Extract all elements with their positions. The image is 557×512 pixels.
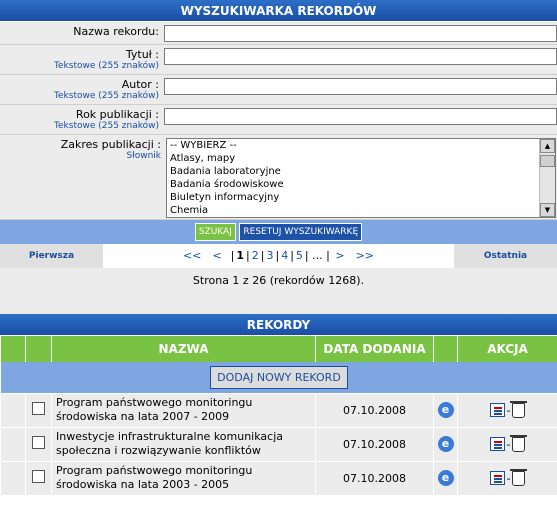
add-record-button[interactable]: DODAJ NOWY REKORD: [210, 365, 348, 389]
search-panel-title: WYSZUKIWARKA REKORDÓW: [0, 0, 557, 22]
year-label: Rok publikacji :: [75, 108, 159, 121]
column-name-header[interactable]: NAZWA: [51, 336, 316, 362]
browser-preview-icon[interactable]: e: [437, 436, 454, 452]
scope-option[interactable]: Chemia: [167, 204, 555, 217]
page-link[interactable]: 4: [279, 249, 290, 262]
title-label: Tytuł :: [125, 48, 159, 61]
table-row: Program państwowego monitoringu środowis…: [0, 461, 557, 496]
first-arrow-link[interactable]: <<: [181, 249, 203, 262]
scope-option[interactable]: Atlasy, mapy: [167, 152, 555, 165]
trash-icon[interactable]: [510, 468, 528, 486]
last-page-link[interactable]: Ostatnia: [454, 244, 557, 268]
search-button[interactable]: SZUKAJ: [194, 223, 236, 241]
records-panel-title: REKORDY: [0, 314, 557, 336]
last-arrow-link[interactable]: >>: [354, 249, 376, 262]
field-row-title: Tytuł : Tekstowe (255 znaków): [0, 45, 557, 75]
page-links: << < | 1 | 2 | 3 | 4 | 5 | ... | > >>: [103, 244, 454, 268]
page-status: Strona 1 z 26 (rekordów 1268).: [0, 268, 557, 294]
page-link[interactable]: 5: [294, 249, 305, 262]
scope-label: Zakres publikacji :: [60, 138, 161, 151]
prev-arrow-link[interactable]: <: [210, 249, 223, 262]
edit-icon[interactable]: [489, 403, 505, 417]
page-link[interactable]: 3: [264, 249, 275, 262]
first-page-link[interactable]: Pierwsza: [0, 244, 103, 268]
add-record-row: DODAJ NOWY REKORD: [0, 362, 557, 394]
browser-preview-icon[interactable]: e: [437, 470, 454, 486]
record-name-label: Nazwa rekordu:: [73, 25, 159, 38]
author-hint: Tekstowe (255 znaków): [54, 91, 159, 101]
listbox-scrollbar[interactable]: ▲ ▼: [539, 139, 555, 217]
trash-icon[interactable]: [510, 400, 528, 418]
scope-option[interactable]: -- WYBIERZ --: [167, 139, 555, 152]
records-table: NAZWA DATA DODANIA AKCJA DODAJ NOWY REKO…: [0, 336, 557, 496]
field-row-publication-scope: Zakres publikacji : Słownik -- WYBIERZ -…: [0, 135, 557, 220]
column-action-header: AKCJA: [457, 336, 557, 362]
column-date-header[interactable]: DATA DODANIA: [315, 336, 434, 362]
record-name[interactable]: Program państwowego monitoringu środowis…: [51, 393, 316, 428]
year-hint: Tekstowe (255 znaków): [54, 121, 159, 131]
page-link-current: 1: [236, 249, 245, 262]
year-input[interactable]: [164, 108, 557, 125]
scroll-down-arrow-icon[interactable]: ▼: [540, 203, 555, 217]
publication-scope-listbox[interactable]: -- WYBIERZ -- Atlasy, mapy Badania labor…: [166, 138, 556, 218]
edit-icon[interactable]: [489, 437, 505, 451]
scope-hint: Słownik: [126, 151, 161, 161]
row-checkbox[interactable]: [32, 436, 45, 449]
reset-search-button[interactable]: RESETUJ WYSZUKIWARKĘ: [239, 223, 363, 241]
pagination: Pierwsza << < | 1 | 2 | 3 | 4 | 5 | ... | > >> Ost…: [0, 244, 557, 268]
scope-option[interactable]: Badania środowiskowe: [167, 178, 555, 191]
browser-preview-icon[interactable]: e: [437, 402, 454, 418]
record-date: 07.10.2008: [315, 427, 434, 462]
page-link[interactable]: 2: [250, 249, 261, 262]
title-hint: Tekstowe (255 znaków): [54, 61, 159, 71]
table-row: Inwestycje infrastrukturalne komunikacja…: [0, 427, 557, 462]
record-name-input[interactable]: [164, 25, 557, 42]
trash-icon[interactable]: [510, 434, 528, 452]
spacer: [0, 294, 557, 314]
scroll-up-arrow-icon[interactable]: ▲: [540, 139, 555, 153]
record-name[interactable]: Inwestycje infrastrukturalne komunikacja…: [51, 427, 316, 462]
title-input[interactable]: [164, 48, 557, 65]
record-date: 07.10.2008: [315, 461, 434, 496]
table-row: Program państwowego monitoringu środowis…: [0, 393, 557, 428]
field-row-record-name: Nazwa rekordu:: [0, 22, 557, 45]
field-row-year: Rok publikacji : Tekstowe (255 znaków): [0, 105, 557, 135]
record-date: 07.10.2008: [315, 393, 434, 428]
scope-option[interactable]: Biuletyn informacyjny: [167, 191, 555, 204]
search-actions: SZUKAJ RESETUJ WYSZUKIWARKĘ: [0, 220, 557, 244]
row-checkbox[interactable]: [32, 470, 45, 483]
records-header-row: NAZWA DATA DODANIA AKCJA: [0, 336, 557, 362]
scrollbar-thumb[interactable]: [540, 155, 555, 167]
page-ellipsis: ...: [312, 249, 323, 262]
next-arrow-link[interactable]: >: [333, 249, 346, 262]
row-checkbox[interactable]: [32, 402, 45, 415]
author-label: Autor :: [121, 78, 159, 91]
record-name[interactable]: Program państwowego monitoringu środowis…: [51, 461, 316, 496]
scope-option[interactable]: Badania laboratoryjne: [167, 165, 555, 178]
field-row-author: Autor : Tekstowe (255 znaków): [0, 75, 557, 105]
author-input[interactable]: [164, 78, 557, 95]
edit-icon[interactable]: [489, 471, 505, 485]
